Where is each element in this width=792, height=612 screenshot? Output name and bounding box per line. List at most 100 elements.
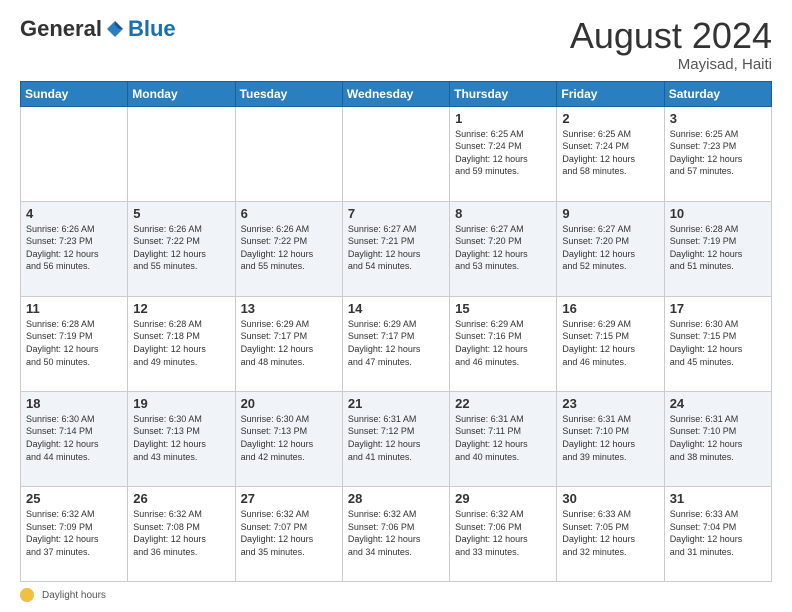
calendar-header: Sunday Monday Tuesday Wednesday Thursday…	[21, 81, 772, 106]
calendar-cell: 9Sunrise: 6:27 AM Sunset: 7:20 PM Daylig…	[557, 201, 664, 296]
day-number: 27	[241, 491, 337, 506]
day-info: Sunrise: 6:31 AM Sunset: 7:11 PM Dayligh…	[455, 413, 551, 463]
calendar-week-3: 11 Sunrise: 6:28 AM Sunset: 7:19 PM Dayli…	[21, 296, 772, 391]
calendar-cell: 20 Sunrise: 6:30 AM Sunset: 7:13 PM Dayli…	[235, 391, 342, 486]
calendar-cell: 8 Sunrise: 6:27 AM Sunset: 7:20 PM Daylig…	[450, 201, 557, 296]
day-info: Sunrise: 6:32 AM Sunset: 7:06 PM Dayligh…	[455, 508, 551, 558]
logo: General Blue	[20, 16, 176, 42]
day-info: Sunrise: 6:30 AM Sunset: 7:13 PM Dayligh…	[241, 413, 337, 463]
location: Mayisad, Haiti	[570, 56, 772, 73]
calendar-cell: 26 Sunrise: 6:32 AM Sunset: 7:08 PM Dayli…	[128, 486, 235, 581]
col-monday: Monday	[128, 81, 235, 106]
calendar-cell: 17 Sunrise: 6:30 AM Sunset: 7:15 PM Dayli…	[664, 296, 771, 391]
calendar-week-1: 1 Sunrise: 6:25 AM Sunset: 7:24 PM Daylig…	[21, 106, 772, 201]
col-saturday: Saturday	[664, 81, 771, 106]
calendar-cell: 30 Sunrise: 6:33 AM Sunset: 7:05 PM Dayli…	[557, 486, 664, 581]
day-number: 20	[241, 396, 337, 411]
day-number: 6	[241, 206, 337, 221]
day-info: Sunrise: 6:25 AM Sunset: 7:24 PM Dayligh…	[455, 128, 551, 178]
day-number: 26	[133, 491, 229, 506]
calendar: Sunday Monday Tuesday Wednesday Thursday…	[20, 81, 772, 582]
calendar-cell	[21, 106, 128, 201]
day-info: Sunrise: 6:31 AM Sunset: 7:12 PM Dayligh…	[348, 413, 444, 463]
day-info: Sunrise: 6:27 AM Sunset: 7:20 PM Dayligh…	[562, 223, 658, 273]
day-info: Sunrise: 6:25 AM Sunset: 7:24 PM Dayligh…	[562, 128, 658, 178]
day-number: 13	[241, 301, 337, 316]
day-info: Sunrise: 6:28 AM Sunset: 7:18 PM Dayligh…	[133, 318, 229, 368]
day-number: 5	[133, 206, 229, 221]
day-number: 25	[26, 491, 122, 506]
calendar-week-5: 25Sunrise: 6:32 AM Sunset: 7:09 PM Dayli…	[21, 486, 772, 581]
day-number: 21	[348, 396, 444, 411]
day-info: Sunrise: 6:29 AM Sunset: 7:17 PM Dayligh…	[348, 318, 444, 368]
day-info: Sunrise: 6:32 AM Sunset: 7:07 PM Dayligh…	[241, 508, 337, 558]
calendar-cell: 23Sunrise: 6:31 AM Sunset: 7:10 PM Dayli…	[557, 391, 664, 486]
calendar-cell: 27 Sunrise: 6:32 AM Sunset: 7:07 PM Dayli…	[235, 486, 342, 581]
calendar-cell: 6Sunrise: 6:26 AM Sunset: 7:22 PM Daylig…	[235, 201, 342, 296]
day-number: 3	[670, 111, 766, 126]
day-number: 18	[26, 396, 122, 411]
daylight-icon	[20, 588, 34, 602]
daylight-label: Daylight hours	[42, 590, 106, 601]
day-number: 23	[562, 396, 658, 411]
calendar-body: 1 Sunrise: 6:25 AM Sunset: 7:24 PM Daylig…	[21, 106, 772, 581]
col-wednesday: Wednesday	[342, 81, 449, 106]
day-info: Sunrise: 6:26 AM Sunset: 7:22 PM Dayligh…	[133, 223, 229, 273]
day-number: 17	[670, 301, 766, 316]
day-info: Sunrise: 6:30 AM Sunset: 7:15 PM Dayligh…	[670, 318, 766, 368]
day-number: 30	[562, 491, 658, 506]
calendar-cell: 18 Sunrise: 6:30 AM Sunset: 7:14 PM Dayli…	[21, 391, 128, 486]
day-info: Sunrise: 6:30 AM Sunset: 7:14 PM Dayligh…	[26, 413, 122, 463]
day-number: 22	[455, 396, 551, 411]
footer: Daylight hours	[20, 588, 772, 602]
calendar-cell: 13 Sunrise: 6:29 AM Sunset: 7:17 PM Dayli…	[235, 296, 342, 391]
day-number: 4	[26, 206, 122, 221]
calendar-week-2: 4 Sunrise: 6:26 AM Sunset: 7:23 PM Daylig…	[21, 201, 772, 296]
day-number: 12	[133, 301, 229, 316]
day-info: Sunrise: 6:32 AM Sunset: 7:08 PM Dayligh…	[133, 508, 229, 558]
month-title: August 2024	[570, 16, 772, 56]
col-thursday: Thursday	[450, 81, 557, 106]
calendar-cell: 22 Sunrise: 6:31 AM Sunset: 7:11 PM Dayli…	[450, 391, 557, 486]
col-friday: Friday	[557, 81, 664, 106]
day-info: Sunrise: 6:32 AM Sunset: 7:06 PM Dayligh…	[348, 508, 444, 558]
calendar-cell: 16Sunrise: 6:29 AM Sunset: 7:15 PM Dayli…	[557, 296, 664, 391]
logo-general-text: General	[20, 16, 102, 42]
calendar-cell: 12 Sunrise: 6:28 AM Sunset: 7:18 PM Dayli…	[128, 296, 235, 391]
day-number: 11	[26, 301, 122, 316]
calendar-cell: 5 Sunrise: 6:26 AM Sunset: 7:22 PM Daylig…	[128, 201, 235, 296]
calendar-cell: 2Sunrise: 6:25 AM Sunset: 7:24 PM Daylig…	[557, 106, 664, 201]
calendar-cell: 28 Sunrise: 6:32 AM Sunset: 7:06 PM Dayli…	[342, 486, 449, 581]
page: General Blue August 2024 Mayisad, Haiti …	[0, 0, 792, 612]
day-info: Sunrise: 6:27 AM Sunset: 7:20 PM Dayligh…	[455, 223, 551, 273]
day-number: 28	[348, 491, 444, 506]
calendar-cell: 25Sunrise: 6:32 AM Sunset: 7:09 PM Dayli…	[21, 486, 128, 581]
day-number: 1	[455, 111, 551, 126]
calendar-cell	[235, 106, 342, 201]
day-info: Sunrise: 6:33 AM Sunset: 7:05 PM Dayligh…	[562, 508, 658, 558]
day-info: Sunrise: 6:29 AM Sunset: 7:17 PM Dayligh…	[241, 318, 337, 368]
day-info: Sunrise: 6:31 AM Sunset: 7:10 PM Dayligh…	[670, 413, 766, 463]
calendar-cell: 4 Sunrise: 6:26 AM Sunset: 7:23 PM Daylig…	[21, 201, 128, 296]
day-info: Sunrise: 6:26 AM Sunset: 7:23 PM Dayligh…	[26, 223, 122, 273]
calendar-cell: 24Sunrise: 6:31 AM Sunset: 7:10 PM Dayli…	[664, 391, 771, 486]
calendar-cell: 10 Sunrise: 6:28 AM Sunset: 7:19 PM Dayli…	[664, 201, 771, 296]
day-info: Sunrise: 6:29 AM Sunset: 7:15 PM Dayligh…	[562, 318, 658, 368]
day-info: Sunrise: 6:25 AM Sunset: 7:23 PM Dayligh…	[670, 128, 766, 178]
day-info: Sunrise: 6:33 AM Sunset: 7:04 PM Dayligh…	[670, 508, 766, 558]
day-number: 7	[348, 206, 444, 221]
day-number: 29	[455, 491, 551, 506]
title-block: August 2024 Mayisad, Haiti	[570, 16, 772, 73]
day-info: Sunrise: 6:28 AM Sunset: 7:19 PM Dayligh…	[26, 318, 122, 368]
day-info: Sunrise: 6:28 AM Sunset: 7:19 PM Dayligh…	[670, 223, 766, 273]
calendar-cell: 14 Sunrise: 6:29 AM Sunset: 7:17 PM Dayli…	[342, 296, 449, 391]
day-number: 10	[670, 206, 766, 221]
day-number: 14	[348, 301, 444, 316]
day-info: Sunrise: 6:27 AM Sunset: 7:21 PM Dayligh…	[348, 223, 444, 273]
day-info: Sunrise: 6:30 AM Sunset: 7:13 PM Dayligh…	[133, 413, 229, 463]
col-sunday: Sunday	[21, 81, 128, 106]
logo-icon	[105, 19, 125, 39]
calendar-cell: 19Sunrise: 6:30 AM Sunset: 7:13 PM Dayli…	[128, 391, 235, 486]
day-number: 8	[455, 206, 551, 221]
calendar-cell	[342, 106, 449, 201]
